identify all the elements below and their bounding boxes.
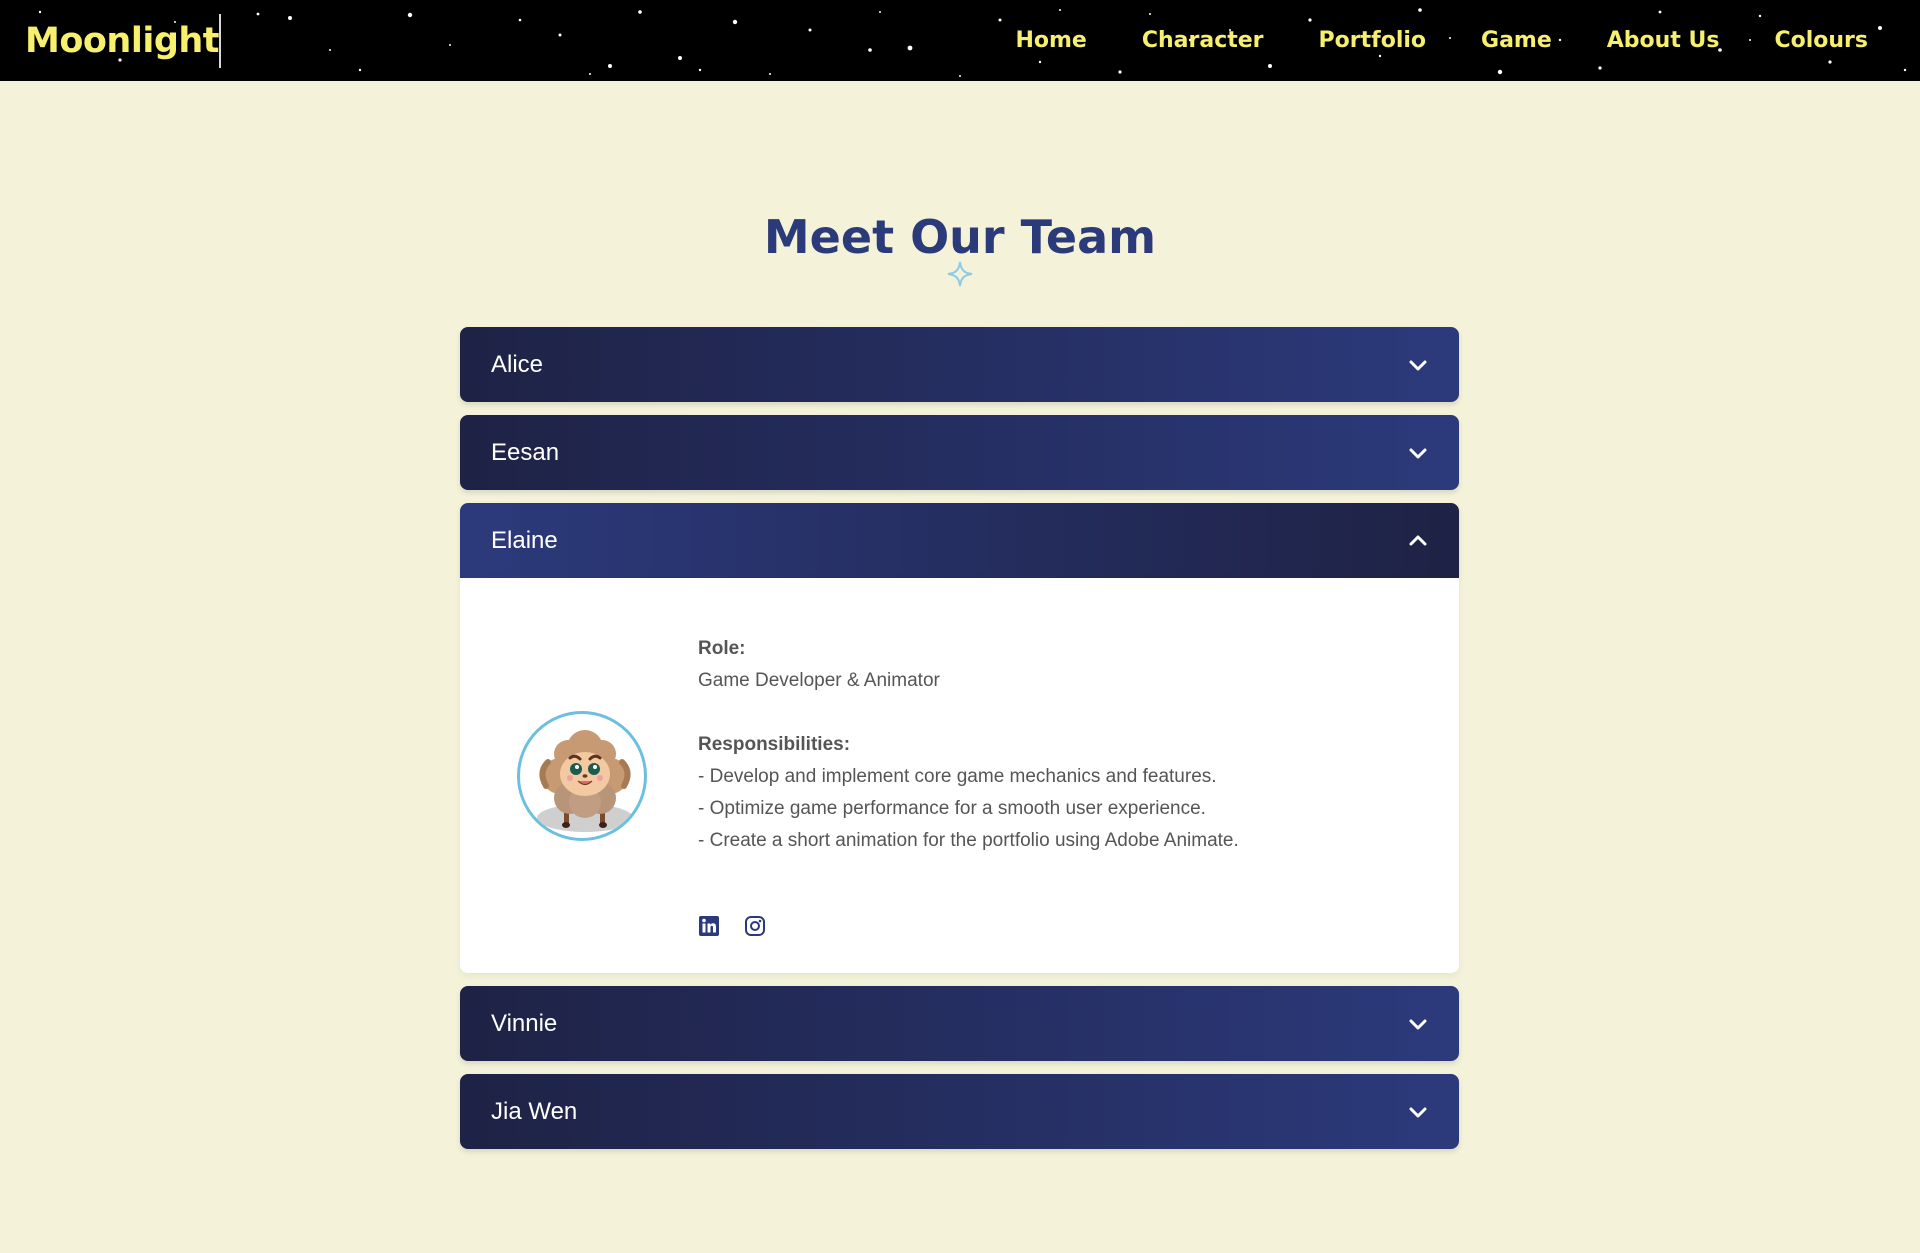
instagram-icon[interactable] — [744, 915, 766, 937]
nav-link-about-us[interactable]: About Us — [1607, 28, 1720, 53]
accordion-header-vinnie[interactable]: Vinnie — [460, 986, 1459, 1061]
member-info: Role: Game Developer & Animator Responsi… — [698, 633, 1239, 857]
accordion-header-alice[interactable]: Alice — [460, 327, 1459, 402]
navbar: Moonlight Home Character Portfolio Game … — [0, 0, 1920, 81]
accordion-header-elaine[interactable]: Elaine — [460, 503, 1459, 578]
nav-link-game[interactable]: Game — [1481, 28, 1552, 53]
nav-link-home[interactable]: Home — [1015, 28, 1086, 53]
responsibility-item: - Create a short animation for the portf… — [698, 830, 1239, 851]
accordion-item-elaine: Elaine Role: Game Developer & Animator R… — [460, 503, 1459, 973]
responsibility-item: - Optimize game performance for a smooth… — [698, 798, 1206, 819]
accordion-item-jia-wen: Jia Wen — [460, 1074, 1459, 1149]
member-name: Elaine — [491, 526, 558, 554]
nav-link-character[interactable]: Character — [1142, 28, 1264, 53]
social-links — [698, 915, 766, 937]
accordion-header-jia-wen[interactable]: Jia Wen — [460, 1074, 1459, 1149]
chevron-up-icon — [1409, 535, 1427, 545]
member-name: Jia Wen — [491, 1097, 578, 1125]
accordion-item-eesan: Eesan — [460, 415, 1459, 490]
accordion-header-eesan[interactable]: Eesan — [460, 415, 1459, 490]
accordion-item-alice: Alice — [460, 327, 1459, 402]
member-name: Eesan — [491, 438, 560, 466]
member-name: Alice — [491, 350, 544, 378]
chevron-down-icon — [1409, 360, 1427, 370]
brand-logo[interactable]: Moonlight — [25, 0, 220, 81]
chevron-down-icon — [1409, 1107, 1427, 1117]
team-accordion: Alice Eesan Elaine Role: Game Developer … — [460, 327, 1459, 1162]
role-label: Role: — [698, 638, 746, 659]
sparkle-icon — [947, 261, 973, 287]
linkedin-icon[interactable] — [698, 915, 720, 937]
sheep-character-illustration — [537, 730, 633, 832]
chevron-down-icon — [1409, 1019, 1427, 1029]
nav-link-colours[interactable]: Colours — [1774, 28, 1868, 53]
accordion-panel-elaine: Role: Game Developer & Animator Responsi… — [460, 578, 1459, 973]
responsibility-item: - Develop and implement core game mechan… — [698, 766, 1217, 787]
responsibilities-label: Responsibilities: — [698, 734, 851, 755]
nav-link-portfolio[interactable]: Portfolio — [1319, 28, 1427, 53]
avatar — [517, 711, 647, 841]
title-section: Meet Our Team — [0, 210, 1920, 264]
page-title: Meet Our Team — [763, 210, 1157, 264]
chevron-down-icon — [1409, 448, 1427, 458]
brand-divider — [219, 14, 221, 68]
accordion-item-vinnie: Vinnie — [460, 986, 1459, 1061]
role-value: Game Developer & Animator — [698, 670, 940, 691]
member-name: Vinnie — [491, 1009, 558, 1037]
nav-links: Home Character Portfolio Game About Us C… — [1015, 0, 1868, 81]
